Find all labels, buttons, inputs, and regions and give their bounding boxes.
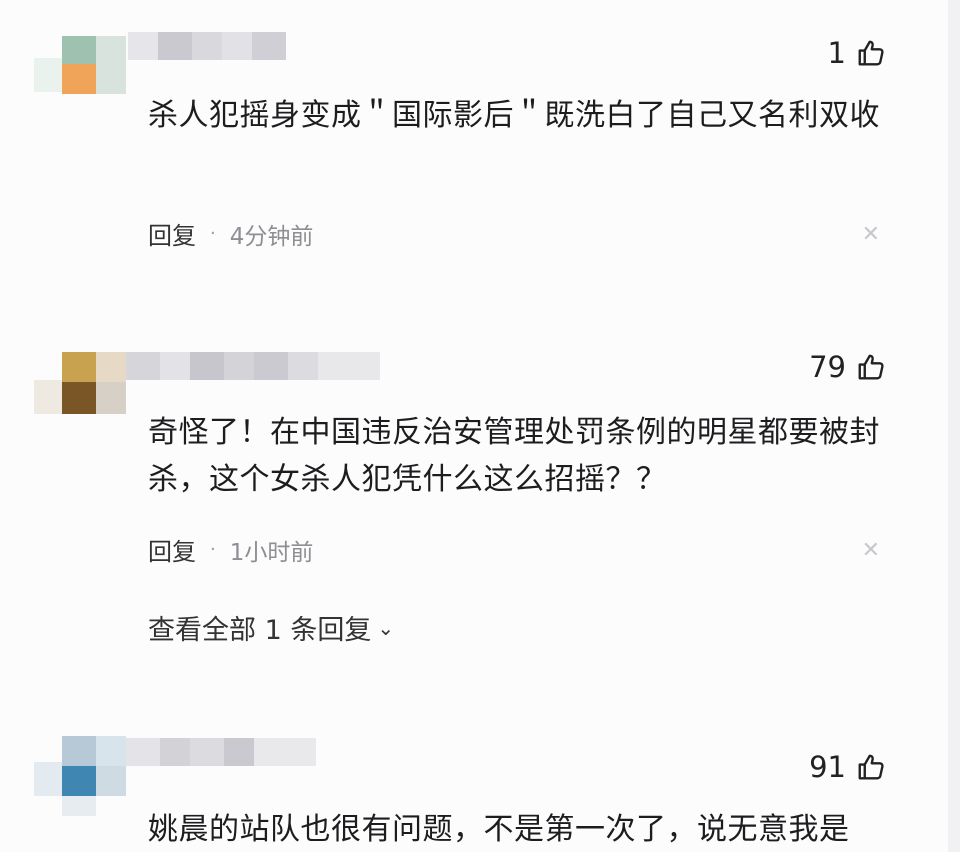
comment-meta: 回复 · 1小时前 [148, 532, 313, 567]
thumbs-up-icon[interactable] [856, 752, 886, 782]
separator-dot: · [210, 539, 216, 560]
chevron-down-icon: ⌄ [377, 615, 395, 640]
reply-button[interactable]: 回复 [148, 532, 196, 567]
timestamp: 4分钟前 [229, 223, 314, 250]
separator-dot: · [210, 223, 216, 244]
view-all-replies-link[interactable]: 查看全部 1 条回复 ⌄ [148, 608, 394, 647]
thumbs-up-icon[interactable] [856, 352, 886, 382]
avatar[interactable] [34, 28, 126, 108]
avatar[interactable] [34, 350, 126, 430]
view-all-replies-label: 查看全部 1 条回复 [148, 615, 372, 646]
like-count: 1 [827, 35, 846, 70]
like-count: 79 [809, 349, 846, 384]
like-control[interactable]: 91 [809, 752, 886, 782]
comment-list: 1 杀人犯摇身变成＂国际影后＂既洗白了自己又名利双收 回复 · 4分钟前 ✕ 7… [0, 0, 948, 852]
comment-text: 姚晨的站队也很有问题，不是第一次了，说无意我是 [148, 812, 850, 847]
comment-text: 奇怪了！在中国违反治安管理处罚条例的明星都要被封杀，这个女杀人犯凭什么这么招摇？… [148, 415, 880, 497]
reply-button[interactable]: 回复 [148, 216, 196, 251]
like-count: 91 [809, 749, 846, 784]
comment-text: 杀人犯摇身变成＂国际影后＂既洗白了自己又名利双收 [148, 98, 880, 133]
avatar[interactable] [34, 732, 126, 816]
timestamp: 1小时前 [229, 539, 314, 566]
scrollbar-track[interactable] [948, 0, 960, 852]
close-icon[interactable]: ✕ [862, 222, 880, 247]
close-icon[interactable]: ✕ [862, 538, 880, 563]
like-control[interactable]: 79 [809, 352, 886, 382]
like-control[interactable]: 1 [828, 38, 886, 68]
comment-meta: 回复 · 4分钟前 [148, 216, 313, 251]
thumbs-up-icon[interactable] [856, 38, 886, 68]
